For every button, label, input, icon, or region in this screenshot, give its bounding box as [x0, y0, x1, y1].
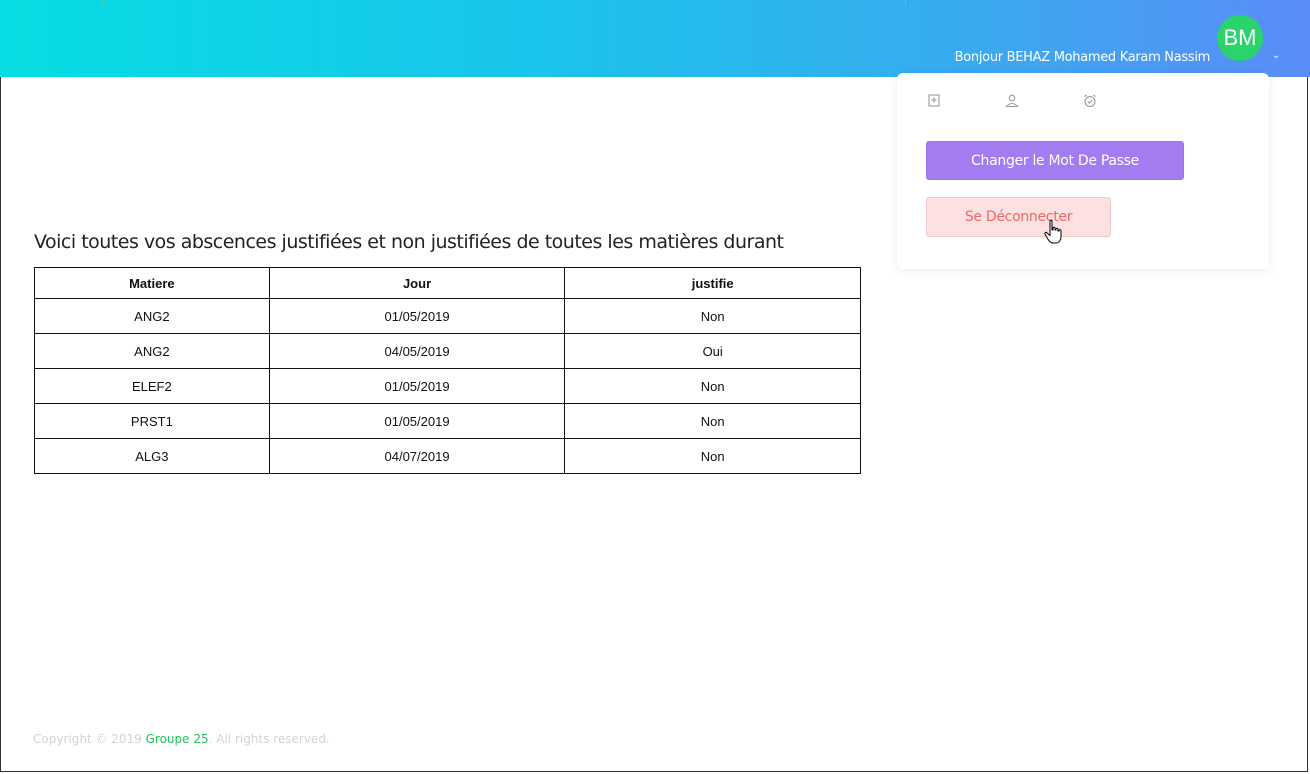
cell-justifie: Non	[564, 298, 861, 334]
top-navbar: Bonjour BEHAZ Mohamed Karam Nassim BM ⌄	[0, 0, 1310, 77]
column-header-jour: Jour	[268, 267, 566, 299]
table-row: ALG3 04/07/2019 Non	[34, 438, 861, 474]
cell-jour: 01/05/2019	[268, 368, 566, 404]
cell-matiere: ANG2	[34, 333, 270, 369]
cell-matiere: ANG2	[34, 298, 270, 334]
navbar-divider	[102, 0, 103, 6]
absences-table: Matiere Jour justifie ANG2 01/05/2019 No…	[34, 267, 861, 474]
chevron-down-icon[interactable]: ⌄	[1272, 50, 1280, 61]
cell-justifie: Oui	[564, 333, 861, 369]
cell-jour: 01/05/2019	[268, 298, 566, 334]
cell-jour: 04/07/2019	[268, 438, 566, 474]
table-header-row: Matiere Jour justifie	[34, 267, 861, 299]
cell-matiere: PRST1	[34, 403, 270, 439]
table-row: ANG2 01/05/2019 Non	[34, 298, 861, 334]
column-header-justifie: justifie	[564, 267, 861, 299]
cell-justifie: Non	[564, 438, 861, 474]
column-header-matiere: Matiere	[34, 267, 270, 299]
table-row: ELEF2 01/05/2019 Non	[34, 368, 861, 404]
user-greeting[interactable]: Bonjour BEHAZ Mohamed Karam Nassim	[955, 50, 1211, 65]
change-password-button[interactable]: Changer le Mot De Passe	[926, 141, 1184, 180]
navbar-divider	[905, 0, 906, 6]
cell-matiere: ALG3	[34, 438, 270, 474]
hand-pointer-cursor-icon	[1044, 219, 1062, 244]
rights-text: . All rights reserved.	[208, 732, 330, 746]
alarm-clock-icon[interactable]	[1083, 94, 1097, 108]
user-icon[interactable]	[1005, 94, 1019, 108]
bookmark-plus-icon[interactable]	[927, 94, 941, 108]
cell-justifie: Non	[564, 403, 861, 439]
copyright-text: Copyright © 2019	[33, 732, 146, 746]
page-heading: Voici toutes vos abscences justifiées et…	[34, 231, 784, 253]
footer-copyright: Copyright © 2019 Groupe 25. All rights r…	[33, 732, 330, 746]
logout-button[interactable]: Se Déconnecter	[926, 197, 1111, 237]
table-row: PRST1 01/05/2019 Non	[34, 403, 861, 439]
cell-jour: 01/05/2019	[268, 403, 566, 439]
cell-jour: 04/05/2019	[268, 333, 566, 369]
user-dropdown-menu: Changer le Mot De Passe Se Déconnecter	[897, 73, 1269, 269]
footer-brand-link[interactable]: Groupe 25	[146, 732, 209, 746]
table-row: ANG2 04/05/2019 Oui	[34, 333, 861, 369]
avatar[interactable]: BM	[1217, 15, 1263, 61]
cell-justifie: Non	[564, 368, 861, 404]
cell-matiere: ELEF2	[34, 368, 270, 404]
